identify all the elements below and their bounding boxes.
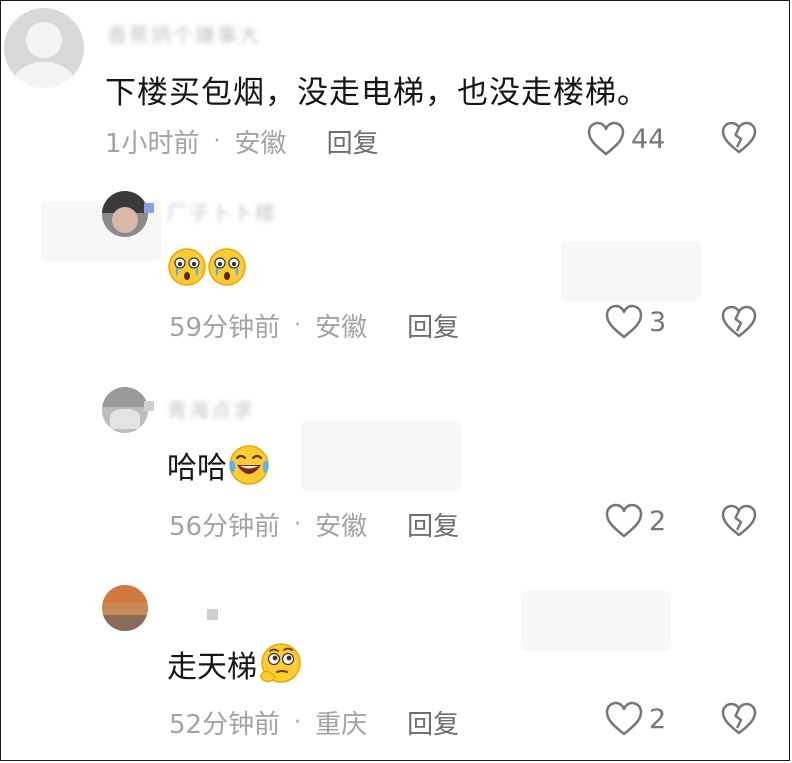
avatar[interactable]: [102, 585, 148, 631]
comment-text: 哈哈: [167, 443, 271, 487]
comment-location: 安徽: [315, 512, 368, 542]
reply-button[interactable]: 回复: [407, 704, 459, 741]
comment-text: 下楼买包烟，没走电梯，也没走楼梯。: [105, 75, 649, 111]
reply-button[interactable]: 回复: [327, 123, 379, 160]
username-mask: [207, 609, 218, 620]
broken-heart-icon: [721, 121, 757, 154]
comment-meta: 59分钟前 · 安徽 回复: [169, 307, 459, 344]
avatar[interactable]: [102, 191, 148, 237]
separator-dot: ·: [294, 512, 302, 537]
comment-meta: 52分钟前 · 重庆 回复: [169, 704, 459, 741]
username[interactable]: 香蕉炳个嫌事大: [107, 19, 261, 48]
broken-heart-icon: [721, 305, 757, 338]
separator-dot: ·: [294, 313, 302, 338]
separator-dot: ·: [294, 710, 302, 735]
heart-outline-icon: [605, 701, 643, 736]
thinking-face-emoji: [260, 643, 301, 683]
reply-button[interactable]: 回复: [407, 307, 459, 344]
heart-outline-icon: [587, 121, 625, 156]
separator-dot: ·: [213, 129, 221, 154]
comment-text-content: 走天梯: [167, 650, 257, 685]
username[interactable]: 青海点求: [167, 394, 255, 423]
comment-location: 安徽: [234, 129, 287, 159]
username-mask: [144, 203, 154, 213]
like-count: 44: [631, 123, 666, 155]
dislike-button[interactable]: [721, 702, 757, 740]
reply-button[interactable]: 回复: [407, 506, 459, 543]
dislike-button[interactable]: [721, 121, 757, 159]
comment-time: 59分钟前: [169, 313, 281, 343]
laughing-tears-emoji: [229, 445, 269, 485]
comment-section: 香蕉炳个嫌事大 下楼买包烟，没走电梯，也没走楼梯。 1小时前 · 安徽 回复 4…: [0, 0, 790, 761]
broken-heart-icon: [721, 504, 757, 537]
comment-time: 52分钟前: [169, 710, 281, 740]
username[interactable]: 厂子卜卜楼: [167, 197, 277, 226]
heart-outline-icon: [605, 304, 643, 339]
like-button[interactable]: 3: [605, 304, 666, 340]
avatar[interactable]: [4, 8, 84, 88]
comment-text-content: 哈哈: [167, 451, 227, 486]
dislike-button[interactable]: [721, 504, 757, 542]
broken-heart-icon: [721, 702, 757, 735]
comment-time: 1小时前: [105, 129, 200, 159]
watermark: [521, 591, 671, 651]
like-button[interactable]: 2: [605, 503, 666, 539]
comment-meta: 1小时前 · 安徽 回复: [105, 123, 379, 160]
comment-text: [167, 247, 247, 287]
like-button[interactable]: 44: [587, 121, 665, 157]
comment-text: 走天梯: [167, 641, 303, 687]
like-count: 2: [649, 703, 667, 735]
crying-face-emoji: [208, 248, 246, 286]
avatar[interactable]: [102, 387, 148, 433]
comment-location: 重庆: [315, 710, 368, 740]
comment-meta: 56分钟前 · 安徽 回复: [169, 506, 459, 543]
username-mask: [144, 401, 154, 411]
heart-outline-icon: [605, 503, 643, 538]
comment-location: 安徽: [315, 313, 368, 343]
like-count: 3: [649, 306, 667, 338]
crying-face-emoji: [168, 248, 206, 286]
like-button[interactable]: 2: [605, 701, 666, 737]
watermark: [561, 241, 701, 301]
comment-time: 56分钟前: [169, 512, 281, 542]
like-count: 2: [649, 505, 667, 537]
dislike-button[interactable]: [721, 305, 757, 343]
watermark: [301, 421, 461, 491]
